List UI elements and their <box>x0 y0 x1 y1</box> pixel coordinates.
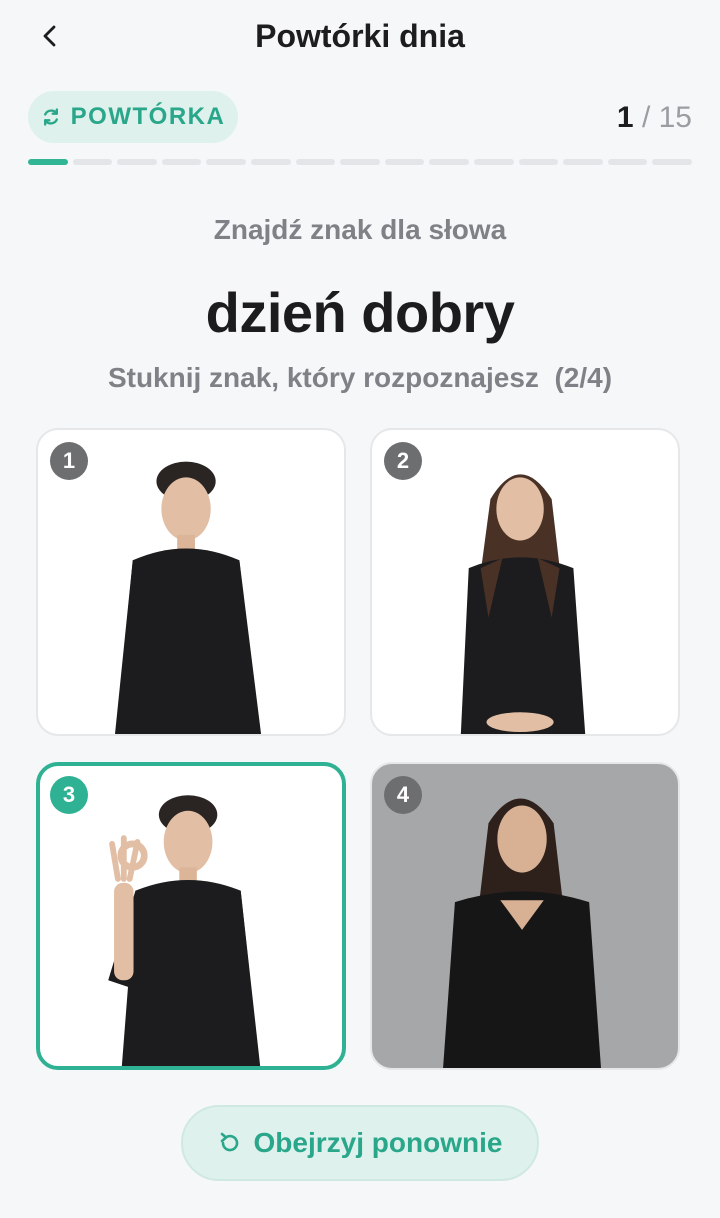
progress-segment-active <box>28 159 68 165</box>
progress-bar <box>28 159 692 165</box>
signer-video-thumbnail <box>443 798 601 1068</box>
question-instruction: Stuknij znak, który rozpoznajesz (2/4) <box>107 362 613 393</box>
progress-segment <box>384 159 425 165</box>
progress-segment <box>206 159 246 165</box>
counter-total: 15 <box>658 101 692 134</box>
sign-option-3[interactable]: 3 <box>36 762 346 1070</box>
replay-icon <box>220 1132 238 1152</box>
signer-video-thumbnail <box>460 474 586 734</box>
option-number-badge: 1 <box>50 442 88 480</box>
option-number-badge: 4 <box>384 776 422 814</box>
signer-video-thumbnail <box>108 795 261 1066</box>
sign-option-2[interactable]: 2 <box>370 428 680 736</box>
sign-option-4[interactable]: 4 <box>370 762 680 1070</box>
counter-separator: / <box>633 101 659 134</box>
progress-segment <box>563 159 603 165</box>
question-counter: 1 / 15 <box>617 98 692 138</box>
header: Powtórki dnia <box>0 0 720 72</box>
review-badge: POWTÓRKA <box>28 91 238 143</box>
option-number-badge: 3 <box>50 776 88 814</box>
counter-current: 1 <box>616 101 634 134</box>
progress-segment <box>340 159 380 165</box>
progress-segment <box>473 159 514 165</box>
progress-segment <box>161 159 202 165</box>
review-badge-label: POWTÓRKA <box>70 103 226 130</box>
option-number-badge: 2 <box>384 442 422 480</box>
watch-again-label: Obejrzyj ponownie <box>253 1127 503 1158</box>
target-word: dzień dobry <box>205 281 515 344</box>
progress-segment <box>117 159 157 165</box>
progress-segment <box>295 159 336 165</box>
progress-segment <box>518 159 559 165</box>
progress-segment <box>72 159 113 165</box>
progress-segment <box>652 159 692 165</box>
refresh-icon <box>43 108 58 126</box>
watch-again-button[interactable]: Obejrzyj ponownie <box>181 1105 539 1181</box>
signer-video-thumbnail <box>115 461 262 734</box>
question-prompt: Znajdź znak dla słowa <box>213 214 507 245</box>
progress-segment <box>250 159 291 165</box>
sign-option-1[interactable]: 1 <box>36 428 346 736</box>
page-title: Powtórki dnia <box>255 18 465 54</box>
progress-segment <box>429 159 469 165</box>
progress-segment <box>607 159 648 165</box>
